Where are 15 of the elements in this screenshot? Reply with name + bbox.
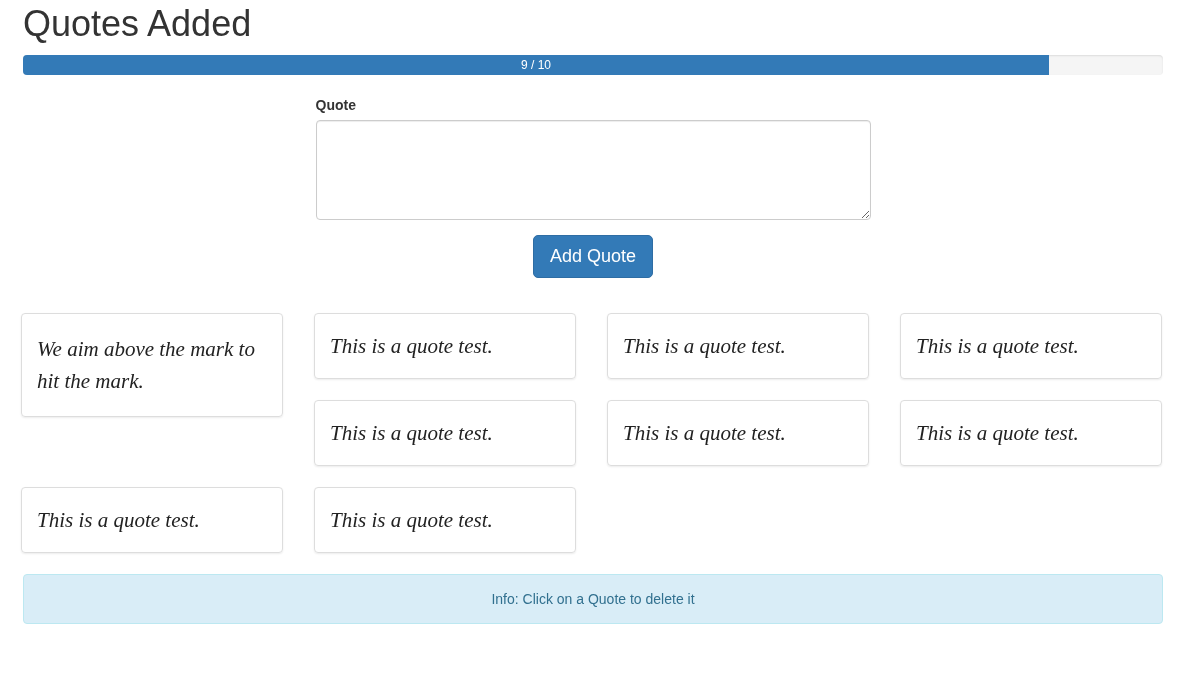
quote-card[interactable]: This is a quote test. [900, 313, 1162, 379]
quote-card[interactable]: This is a quote test. [607, 313, 869, 379]
quote-label: Quote [315, 97, 357, 113]
info-alert: Info: Click on a Quote to delete it [23, 574, 1163, 624]
page-title: Quotes Added [23, 4, 253, 44]
quote-card[interactable]: This is a quote test. [314, 400, 576, 466]
quote-card[interactable]: This is a quote test. [607, 400, 869, 466]
quote-card[interactable]: This is a quote test. [900, 400, 1162, 466]
progress-label: 9 / 10 [521, 58, 551, 72]
quote-card[interactable]: We aim above the mark to hit the mark. [21, 313, 283, 417]
add-quote-button[interactable]: Add Quote [532, 235, 654, 278]
quote-card[interactable]: This is a quote test. [314, 313, 576, 379]
quote-card[interactable]: This is a quote test. [314, 487, 576, 553]
quote-input[interactable] [315, 120, 871, 220]
quote-card[interactable]: This is a quote test. [21, 487, 283, 553]
